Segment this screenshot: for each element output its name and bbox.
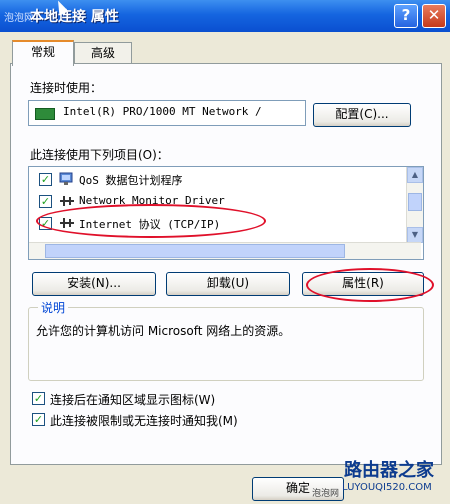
qos-icon (59, 172, 73, 185)
horizontal-scrollbar[interactable] (29, 242, 421, 259)
horizontal-scroll-thumb[interactable] (45, 244, 345, 258)
network-protocol-icon (60, 196, 74, 206)
show-icon-label: 连接后在通知区域显示图标(W) (50, 393, 216, 407)
network-monitor-checkbox[interactable]: ✓ (39, 195, 52, 208)
adapter-field: Intel(R) PRO/1000 MT Network / (28, 100, 306, 126)
window-title: 本地连接 属性 (30, 9, 119, 25)
vertical-scrollbar[interactable]: ▲ ▼ (406, 167, 423, 243)
description-group (28, 307, 424, 381)
list-item-qos[interactable]: ✓ QoS 数据包计划程序 (29, 169, 405, 191)
adapter-name: Intel(R) PRO/1000 MT Network / (63, 105, 262, 118)
description-text: 允许您的计算机访问 Microsoft 网络上的资源。 (36, 324, 291, 338)
notify-label: 此连接被限制或无连接时通知我(M) (50, 414, 238, 428)
scroll-down-icon[interactable]: ▼ (407, 227, 423, 243)
scroll-thumb[interactable] (408, 193, 422, 211)
close-button[interactable]: ✕ (422, 4, 446, 28)
tab-advanced[interactable]: 高级 (74, 42, 132, 65)
install-button[interactable]: 安装(N)... (32, 272, 156, 296)
scroll-up-icon[interactable]: ▲ (407, 167, 423, 183)
watermark-logo: 路由器之家 (344, 460, 434, 481)
tab-general[interactable]: 常规 (12, 40, 74, 66)
watermark-small-text: 泡泡网 (312, 489, 340, 499)
qos-checkbox[interactable]: ✓ (39, 173, 52, 186)
properties-highlight-ellipse (306, 268, 434, 302)
show-icon-checkbox[interactable]: ✓ (32, 392, 45, 405)
configure-button[interactable]: 配置(C)... (313, 103, 411, 127)
network-card-icon (35, 108, 55, 120)
notify-checkbox[interactable]: ✓ (32, 413, 45, 426)
tcpip-highlight-ellipse (36, 204, 266, 238)
connect-using-label: 连接时使用： (30, 81, 103, 95)
components-label: 此连接使用下列项目(O)： (30, 148, 169, 162)
watermark-url: LUYOUQI520.COM (342, 482, 432, 493)
properties-dialog: 泡泡网 本地连接 属性 ? ✕ 常规 高级 连接时使用： Intel(R) PR… (0, 0, 450, 504)
uninstall-button[interactable]: 卸载(U) (166, 272, 290, 296)
qos-label: QoS 数据包计划程序 (79, 174, 183, 187)
help-button[interactable]: ? (394, 4, 418, 28)
description-group-label: 说明 (38, 299, 69, 316)
title-bar[interactable]: 泡泡网 本地连接 属性 ? ✕ (0, 0, 450, 32)
